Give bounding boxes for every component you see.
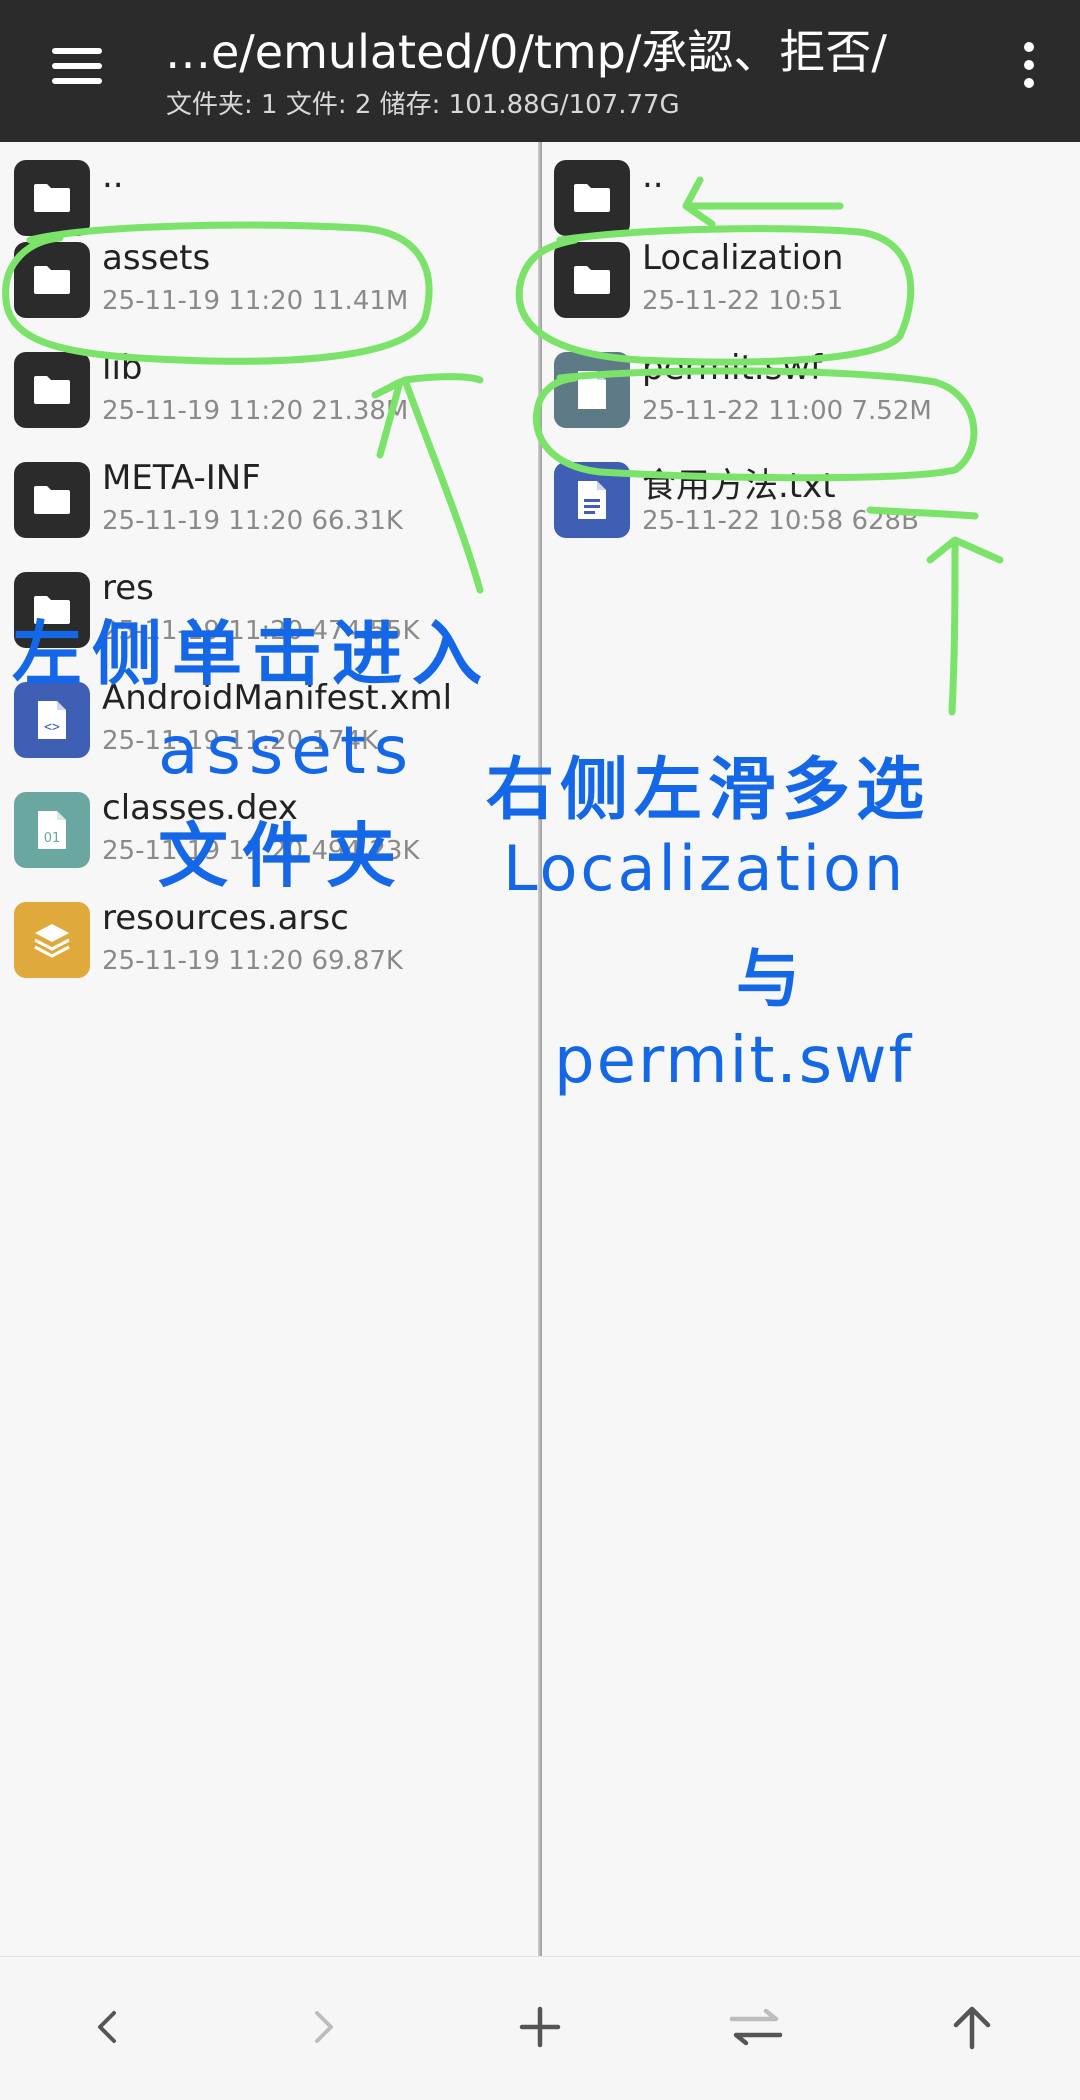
- arsc-layers-icon: [14, 902, 90, 978]
- svg-text:01: 01: [44, 831, 61, 846]
- file-name: assets: [102, 238, 211, 278]
- swap-arrows-icon[interactable]: [716, 1987, 796, 2067]
- file-meta: 25-11-19 11:20 66.31K: [102, 506, 403, 536]
- folder-icon: [14, 462, 90, 538]
- file-row-permit-swf[interactable]: permit.swf 25-11-22 11:00 7.52M: [542, 334, 1080, 444]
- storage-summary: 文件夹: 1 文件: 2 储存: 101.88G/107.77G: [166, 90, 680, 120]
- file-meta: 25-11-22 10:58 628B: [642, 506, 919, 536]
- folder-icon: [14, 352, 90, 428]
- annotation-left-line2: assets: [158, 712, 417, 789]
- folder-icon: [554, 242, 630, 318]
- plus-icon[interactable]: [500, 1987, 580, 2067]
- file-row-localization[interactable]: Localization 25-11-22 10:51: [542, 224, 1080, 334]
- file-row-lib[interactable]: lib 25-11-19 11:20 21.38M: [0, 334, 538, 444]
- top-app-bar: …e/emulated/0/tmp/承認、拒否/ 文件夹: 1 文件: 2 储存…: [0, 0, 1080, 142]
- annotation-right-line2: Localization: [503, 832, 907, 905]
- chevron-right-icon[interactable]: [283, 1987, 363, 2067]
- path-title: …e/emulated/0/tmp/承認、拒否/: [165, 25, 887, 79]
- file-row-txt[interactable]: 食用方法.txt 25-11-22 10:58 628B: [542, 444, 1080, 554]
- annotation-left-line3: 文件夹: [158, 815, 410, 897]
- annotation-right-line3: 与: [736, 943, 800, 1017]
- file-row-assets[interactable]: assets 25-11-19 11:20 11.41M: [0, 224, 538, 334]
- file-name: ..: [102, 156, 124, 196]
- file-name: lib: [102, 348, 143, 388]
- file-meta: 25-11-22 10:51: [642, 286, 844, 316]
- left-file-pane[interactable]: .. assets 25-11-19 11:20 11.41M lib 25-1…: [0, 142, 538, 1956]
- file-name: Localization: [642, 238, 844, 278]
- file-meta: 25-11-19 11:20 21.38M: [102, 396, 409, 426]
- file-name: permit.swf: [642, 348, 823, 388]
- file-meta: 25-11-19 11:20 69.87K: [102, 946, 403, 976]
- file-row-meta-inf[interactable]: META-INF 25-11-19 11:20 66.31K: [0, 444, 538, 554]
- txt-file-icon: [554, 462, 630, 538]
- bottom-toolbar: [0, 1956, 1080, 2100]
- swf-file-icon: [554, 352, 630, 428]
- folder-icon: [14, 242, 90, 318]
- file-name: ..: [642, 156, 664, 196]
- annotation-right-line4: permit.swf: [554, 1024, 913, 1098]
- file-name: resources.arsc: [102, 898, 349, 938]
- annotation-left-line1: 左侧单击进入: [12, 613, 492, 695]
- svg-text:<>: <>: [44, 720, 60, 735]
- arrow-up-icon[interactable]: [932, 1987, 1012, 2067]
- annotation-right-line1: 右侧左滑多选: [486, 751, 931, 830]
- file-name: 食用方法.txt: [642, 466, 836, 506]
- hamburger-menu-icon[interactable]: [44, 38, 112, 94]
- chevron-left-icon[interactable]: [68, 1987, 148, 2067]
- file-name: META-INF: [102, 458, 261, 498]
- file-meta: 25-11-22 11:00 7.52M: [642, 396, 932, 426]
- dex-file-icon: 01: [14, 792, 90, 868]
- file-meta: 25-11-19 11:20 11.41M: [102, 286, 409, 316]
- more-vertical-icon[interactable]: [1004, 38, 1054, 94]
